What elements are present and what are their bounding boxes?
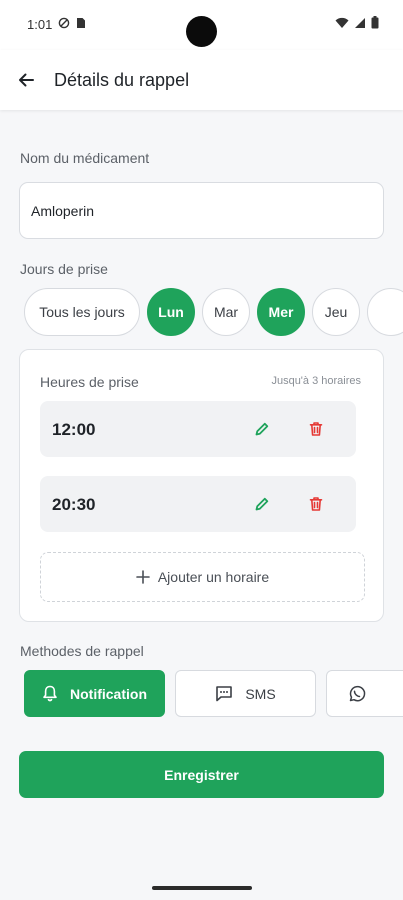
day-chip-all[interactable]: Tous les jours xyxy=(24,288,140,336)
day-chip-label: Lun xyxy=(158,304,184,320)
days-selector: Tous les jours Lun Mar Mer Jeu xyxy=(24,288,403,336)
method-label: Notification xyxy=(70,685,147,702)
page-title: Détails du rappel xyxy=(54,70,190,90)
day-chip-label: Tous les jours xyxy=(39,304,125,320)
app-bar: Détails du rappel xyxy=(0,50,403,110)
back-button[interactable] xyxy=(14,68,38,92)
trash-icon xyxy=(309,497,323,511)
methods-label: Methodes de rappel xyxy=(20,643,144,659)
medication-label: Nom du médicament xyxy=(20,150,150,166)
hours-limit: Jusqu'à 3 horaires xyxy=(271,375,361,387)
delete-time-button[interactable] xyxy=(305,493,327,515)
sim-card-icon xyxy=(76,17,86,32)
pencil-icon xyxy=(255,422,269,436)
time-value: 20:30 xyxy=(52,495,96,514)
message-icon xyxy=(216,686,233,702)
time-row[interactable]: 12:00 xyxy=(40,401,356,457)
trash-icon xyxy=(309,422,323,436)
status-left: 1:01 xyxy=(27,17,86,32)
signal-icon xyxy=(354,16,366,34)
navigation-handle[interactable] xyxy=(152,886,252,890)
edit-time-button[interactable] xyxy=(251,418,273,440)
days-label: Jours de prise xyxy=(20,261,108,277)
save-button-label: Enregistrer xyxy=(164,766,239,783)
plus-icon xyxy=(136,570,150,584)
method-whatsapp-button[interactable] xyxy=(326,670,403,717)
method-sms-button[interactable]: SMS xyxy=(175,670,316,717)
battery-icon xyxy=(371,16,379,34)
status-bar: 1:01 xyxy=(0,0,403,50)
add-time-button[interactable]: Ajouter un horaire xyxy=(40,552,365,602)
arrow-left-icon xyxy=(19,73,34,87)
day-chip-label: Jeu xyxy=(324,304,348,320)
medication-input[interactable]: Amloperin xyxy=(19,182,384,239)
add-time-label: Ajouter un horaire xyxy=(157,569,270,585)
method-label: SMS xyxy=(245,685,276,702)
delete-time-button[interactable] xyxy=(305,418,327,440)
camera-cutout xyxy=(186,16,217,47)
status-time: 1:01 xyxy=(27,17,53,32)
wifi-icon xyxy=(335,16,349,34)
day-chip-lun[interactable]: Lun xyxy=(147,288,195,336)
day-chip-mer[interactable]: Mer xyxy=(257,288,305,336)
hours-card: Heures de prise Jusqu'à 3 horaires 12:00… xyxy=(19,349,384,622)
day-chip-next[interactable] xyxy=(367,288,403,336)
hours-title: Heures de prise xyxy=(40,374,139,390)
bell-icon xyxy=(43,685,57,702)
status-right xyxy=(335,16,379,34)
day-chip-label: Mer xyxy=(268,304,294,320)
time-value: 12:00 xyxy=(52,420,96,439)
day-chip-mar[interactable]: Mar xyxy=(202,288,250,336)
pencil-icon xyxy=(255,497,269,511)
do-not-disturb-icon xyxy=(58,17,70,32)
save-button[interactable]: Enregistrer xyxy=(19,751,384,798)
method-notification-button[interactable]: Notification xyxy=(24,670,165,717)
day-chip-jeu[interactable]: Jeu xyxy=(312,288,360,336)
whatsapp-icon xyxy=(349,685,366,701)
medication-value: Amloperin xyxy=(31,202,95,219)
day-chip-label: Mar xyxy=(213,304,239,320)
edit-time-button[interactable] xyxy=(251,493,273,515)
time-row[interactable]: 20:30 xyxy=(40,476,356,532)
methods-selector: Notification SMS xyxy=(24,670,403,718)
